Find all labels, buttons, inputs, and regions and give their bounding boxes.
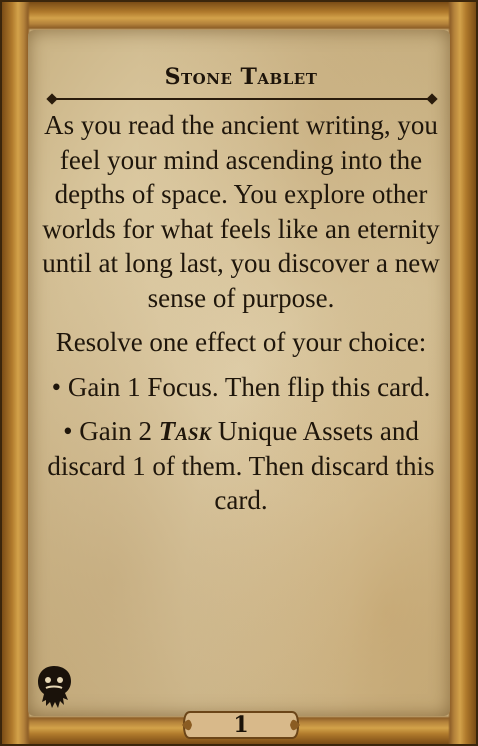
card-title: Stone Tablet — [164, 64, 318, 90]
option-2-text-start: Gain 2 — [79, 416, 159, 446]
card-number: 1 — [233, 712, 249, 738]
option-1: • Gain 1 Focus. Then flip this card. — [36, 370, 446, 405]
encounter-card: Stone Tablet As you read the ancient wri… — [0, 0, 478, 746]
card-body: As you read the ancient writing, you fee… — [36, 108, 446, 518]
option-bullet: • — [51, 371, 62, 402]
task-keyword: Task — [158, 416, 212, 446]
flavor-text: As you read the ancient writing, you fee… — [42, 110, 440, 313]
title-divider — [52, 98, 432, 100]
option-bullet: • — [63, 416, 73, 446]
cthulhu-head-icon — [38, 666, 71, 708]
option-1-text: Gain 1 Focus. Then flip this card. — [67, 371, 431, 402]
option-2: • Gain 2 Task Unique Assets and discard … — [36, 414, 446, 518]
instruction-text: Resolve one effect of your choice: — [55, 327, 427, 357]
